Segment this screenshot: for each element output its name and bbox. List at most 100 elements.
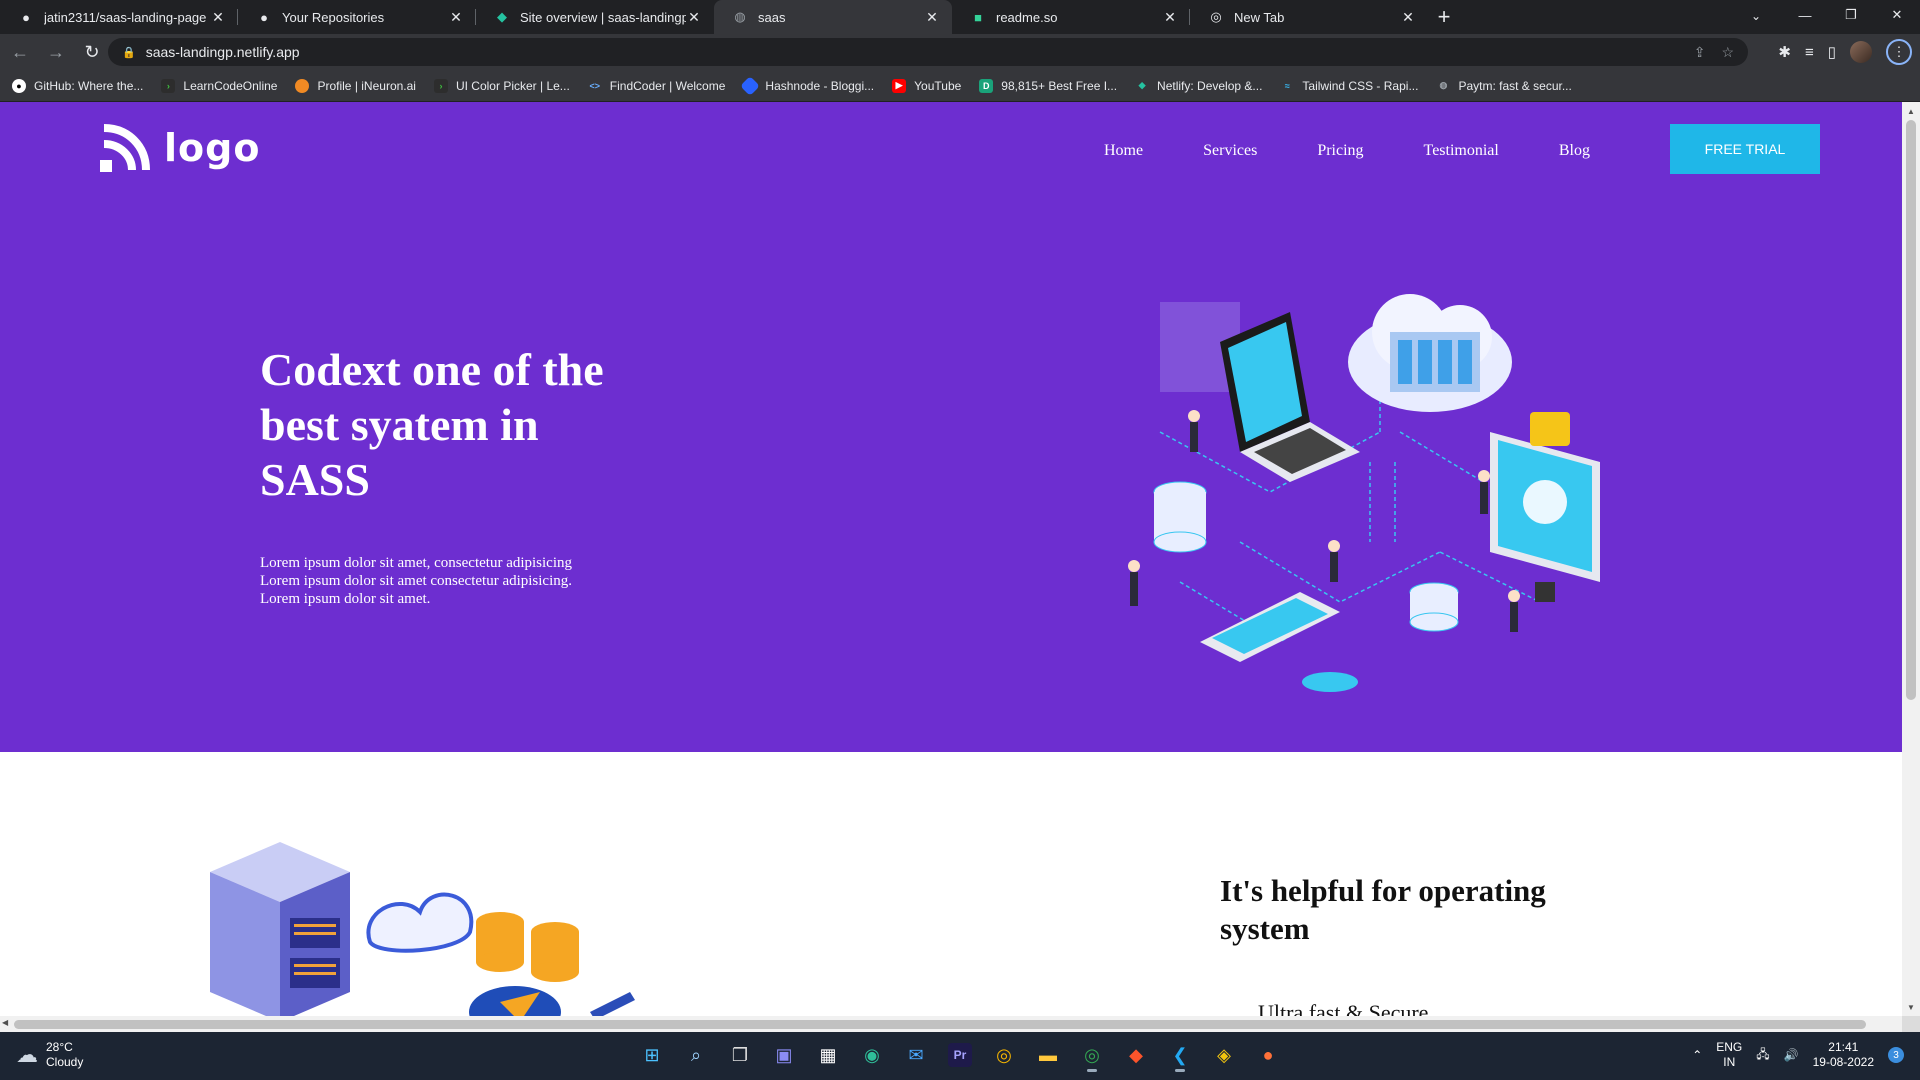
nav-blog[interactable]: Blog bbox=[1559, 142, 1590, 160]
bookmark-item[interactable]: D 98,815+ Best Free I... bbox=[979, 78, 1117, 93]
bookmark-item[interactable]: Hashnode - Bloggi... bbox=[740, 75, 874, 96]
clock-time: 21:41 bbox=[1828, 1040, 1859, 1054]
scrollbar-corner bbox=[1902, 1016, 1920, 1032]
extensions-icon[interactable]: ✱ bbox=[1778, 43, 1791, 61]
restore-icon[interactable]: ❐ bbox=[1828, 0, 1874, 30]
chevron-up-icon[interactable]: ⌃ bbox=[1692, 1048, 1702, 1062]
firefox-icon[interactable]: ● bbox=[1252, 1038, 1284, 1072]
close-icon[interactable]: ✕ bbox=[1400, 9, 1416, 26]
chrome-profile-icon[interactable]: ◎ bbox=[1076, 1038, 1108, 1072]
weather-widget[interactable]: ☁ 28°C Cloudy bbox=[16, 1040, 83, 1070]
lock-icon: 🔒 bbox=[122, 46, 136, 59]
network-icon[interactable]: 🖧 bbox=[1756, 1045, 1769, 1066]
close-icon[interactable]: ✕ bbox=[924, 9, 940, 26]
vscode-icon[interactable]: ❮ bbox=[1164, 1038, 1196, 1072]
bookmark-item[interactable]: › LearnCodeOnline bbox=[161, 78, 278, 93]
volume-icon[interactable]: 🔊 bbox=[1784, 1048, 1799, 1062]
horizontal-scrollbar[interactable]: ◀ bbox=[0, 1016, 1902, 1032]
address-bar[interactable]: 🔒 saas-landingp.netlify.app ⇪ ☆ bbox=[108, 38, 1748, 66]
tab-title: jatin2311/saas-landing-page bbox=[44, 9, 207, 25]
close-window-icon[interactable]: ✕ bbox=[1874, 0, 1920, 30]
bookmark-item[interactable]: ◆ Netlify: Develop &... bbox=[1135, 78, 1263, 93]
premiere-icon[interactable]: Pr bbox=[948, 1043, 972, 1067]
close-icon[interactable]: ✕ bbox=[210, 9, 226, 26]
bookmark-item[interactable]: ● GitHub: Where the... bbox=[12, 78, 143, 93]
close-icon[interactable]: ✕ bbox=[1162, 9, 1178, 26]
bookmark-label: UI Color Picker | Le... bbox=[455, 78, 570, 93]
back-icon[interactable]: ← bbox=[4, 36, 36, 68]
tailwind-icon: ≈ bbox=[1284, 80, 1290, 91]
globe-icon: ◍ bbox=[1439, 80, 1448, 90]
git-icon[interactable]: ◈ bbox=[1208, 1038, 1240, 1072]
scroll-thumb[interactable] bbox=[14, 1020, 1866, 1029]
scroll-thumb[interactable] bbox=[1906, 120, 1916, 700]
brave-icon[interactable]: ◆ bbox=[1120, 1038, 1152, 1072]
tab-5[interactable]: ■ readme.so ✕ bbox=[952, 0, 1190, 34]
netlify-icon: ◆ bbox=[1138, 80, 1146, 90]
hero-illustration bbox=[1128, 294, 1600, 692]
tab-6[interactable]: ◎ New Tab ✕ bbox=[1190, 0, 1428, 34]
nav-testimonial[interactable]: Testimonial bbox=[1424, 142, 1499, 160]
nav-home[interactable]: Home bbox=[1104, 142, 1143, 160]
chrome-menu-icon[interactable]: ⋮ bbox=[1886, 39, 1912, 65]
cloud-icon: ☁ bbox=[16, 1042, 38, 1067]
logo-text: logo bbox=[164, 126, 261, 170]
readme-icon: ■ bbox=[974, 9, 982, 25]
notification-badge[interactable]: 3 bbox=[1888, 1047, 1904, 1063]
reading-list-icon[interactable]: ≡ bbox=[1805, 44, 1814, 61]
share-icon[interactable]: ⇪ bbox=[1694, 44, 1706, 61]
profile-avatar[interactable] bbox=[1850, 41, 1872, 63]
tab-4[interactable]: ◍ saas ✕ bbox=[714, 0, 952, 34]
reload-icon[interactable]: ↻ bbox=[76, 36, 108, 68]
youtube-icon: ▶ bbox=[892, 78, 907, 93]
clock[interactable]: 21:41 19-08-2022 bbox=[1813, 1040, 1874, 1070]
close-icon[interactable]: ✕ bbox=[448, 9, 464, 26]
feature-text: Ultra fast & Secure bbox=[1258, 1000, 1429, 1016]
search-icon[interactable]: ⌕ bbox=[680, 1038, 712, 1072]
section-title: It's helpful for operating system bbox=[1220, 873, 1546, 946]
bookmark-item[interactable]: ▶ YouTube bbox=[892, 78, 961, 93]
tab-3[interactable]: ◆ Site overview | saas-landingp ✕ bbox=[476, 0, 714, 34]
site-logo[interactable]: logo bbox=[100, 122, 260, 174]
vertical-scrollbar[interactable]: ▲ ▼ bbox=[1902, 102, 1920, 1016]
new-tab-button[interactable]: + bbox=[1428, 0, 1460, 34]
bookmark-label: Netlify: Develop &... bbox=[1157, 78, 1263, 93]
windows-start-icon[interactable]: ⊞ bbox=[636, 1038, 668, 1072]
bookmark-item[interactable]: ≈ Tailwind CSS - Rapi... bbox=[1280, 79, 1419, 93]
bookmark-item[interactable]: Profile | iNeuron.ai bbox=[295, 78, 416, 93]
scroll-up-icon[interactable]: ▲ bbox=[1902, 104, 1920, 118]
close-icon[interactable]: ✕ bbox=[686, 9, 702, 26]
code-icon: <> bbox=[589, 80, 601, 91]
scroll-down-icon[interactable]: ▼ bbox=[1902, 1000, 1920, 1014]
bookmark-label: LearnCodeOnline bbox=[183, 78, 278, 93]
bookmarks-bar: ● GitHub: Where the... › LearnCodeOnline P… bbox=[0, 70, 1920, 102]
hero-section: logo Home Services Pricing Testimonial B… bbox=[0, 102, 1902, 752]
bookmark-item[interactable]: ◍ Paytm: fast & secur... bbox=[1436, 79, 1572, 93]
teams-chat-icon[interactable]: ▣ bbox=[768, 1038, 800, 1072]
bookmark-item[interactable]: <> FindCoder | Welcome bbox=[588, 79, 726, 93]
bookmark-item[interactable]: › UI Color Picker | Le... bbox=[433, 78, 570, 93]
main-nav: Home Services Pricing Testimonial Blog bbox=[1104, 142, 1590, 160]
bookmark-star-icon[interactable]: ☆ bbox=[1721, 44, 1734, 61]
chrome-icon[interactable]: ◎ bbox=[988, 1038, 1020, 1072]
language-indicator[interactable]: ENG IN bbox=[1716, 1040, 1742, 1070]
mail-icon[interactable]: ✉ bbox=[900, 1038, 932, 1072]
tab-1[interactable]: ● jatin2311/saas-landing-page ✕ bbox=[0, 0, 238, 34]
lang-code: ENG bbox=[1716, 1040, 1743, 1054]
nav-pricing[interactable]: Pricing bbox=[1317, 142, 1363, 160]
taskbar-apps: ⊞ ⌕ ❐ ▣ ▦ ◉ ✉ Pr ◎ ▬ ◎ ◆ ❮ ◈ ● bbox=[636, 1038, 1284, 1072]
edge-icon[interactable]: ◉ bbox=[856, 1038, 888, 1072]
store-icon[interactable]: ▦ bbox=[812, 1038, 844, 1072]
tab-search-icon[interactable]: ⌄ bbox=[1742, 4, 1770, 28]
free-trial-button[interactable]: FREE TRIAL bbox=[1670, 124, 1820, 174]
side-panel-icon[interactable]: ▯ bbox=[1828, 43, 1836, 61]
scroll-left-icon[interactable]: ◀ bbox=[2, 1018, 12, 1027]
page-viewport: logo Home Services Pricing Testimonial B… bbox=[0, 102, 1902, 1016]
nav-services[interactable]: Services bbox=[1203, 142, 1257, 160]
minimize-icon[interactable]: — bbox=[1782, 0, 1828, 30]
file-explorer-icon[interactable]: ▬ bbox=[1032, 1038, 1064, 1072]
tab-title: readme.so bbox=[996, 9, 1058, 25]
tab-2[interactable]: ● Your Repositories ✕ bbox=[238, 0, 476, 34]
forward-icon[interactable]: → bbox=[40, 36, 72, 68]
task-view-icon[interactable]: ❐ bbox=[724, 1038, 756, 1072]
